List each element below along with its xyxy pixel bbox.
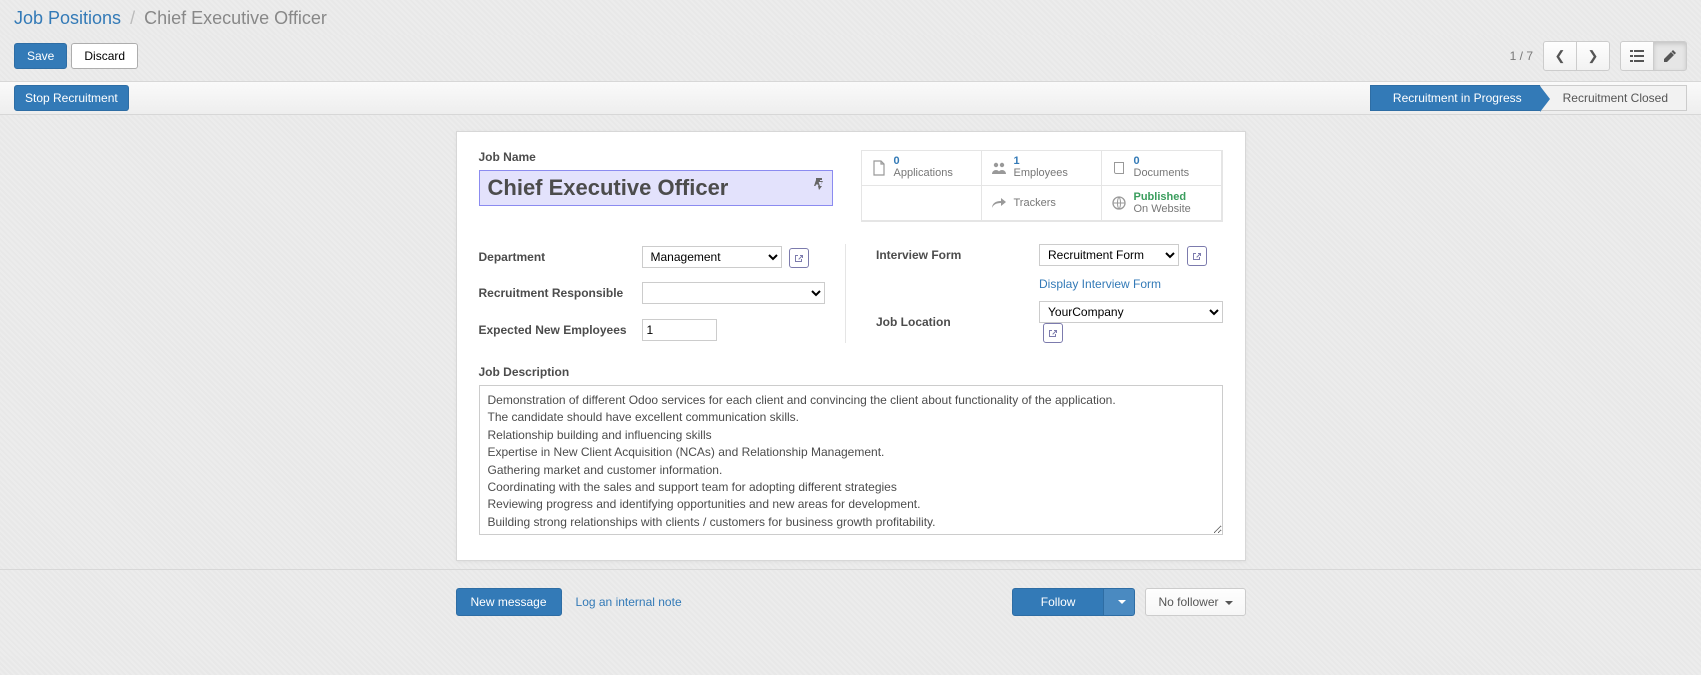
globe-icon	[1110, 196, 1128, 210]
log-note-link[interactable]: Log an internal note	[576, 595, 682, 609]
interview-form-external-link[interactable]	[1187, 246, 1207, 266]
external-link-icon	[794, 253, 804, 263]
responsible-label: Recruitment Responsible	[479, 286, 634, 300]
share-icon	[990, 197, 1008, 209]
caret-down-icon	[1118, 600, 1126, 604]
pager-prev-button[interactable]: ❮	[1543, 41, 1577, 71]
description-label: Job Description	[479, 365, 1223, 379]
display-interview-link[interactable]: Display Interview Form	[1039, 277, 1161, 291]
caret-down-icon	[1225, 601, 1233, 605]
location-label: Job Location	[876, 315, 1031, 329]
stat-trackers[interactable]: Trackers	[981, 185, 1102, 221]
expected-label: Expected New Employees	[479, 323, 634, 337]
stat-applications[interactable]: 0Applications	[861, 150, 982, 186]
department-label: Department	[479, 250, 634, 264]
new-message-button[interactable]: New message	[456, 588, 562, 616]
chevron-left-icon: ❮	[1555, 48, 1566, 64]
follow-dropdown[interactable]	[1104, 588, 1135, 616]
breadcrumb-root[interactable]: Job Positions	[14, 8, 121, 28]
job-name-input[interactable]	[479, 170, 833, 206]
external-link-icon	[1192, 251, 1202, 261]
translate-icon[interactable]	[813, 176, 827, 190]
stat-employees[interactable]: 1Employees	[981, 150, 1102, 186]
view-list-button[interactable]	[1620, 41, 1654, 71]
save-button[interactable]: Save	[14, 43, 67, 69]
responsible-select[interactable]	[642, 282, 826, 304]
department-select[interactable]: Management	[642, 246, 782, 268]
users-icon	[990, 161, 1008, 175]
stat-published[interactable]: PublishedOn Website	[1101, 185, 1222, 221]
location-select[interactable]: YourCompany	[1039, 301, 1223, 323]
stat-empty	[861, 185, 982, 221]
edit-icon	[1663, 49, 1677, 63]
discard-button[interactable]: Discard	[71, 43, 138, 69]
view-form-button[interactable]	[1653, 41, 1687, 71]
description-textarea[interactable]	[479, 385, 1223, 535]
stage-in-progress[interactable]: Recruitment in Progress	[1370, 85, 1541, 111]
file-icon	[870, 160, 888, 176]
breadcrumb: Job Positions / Chief Executive Officer	[14, 8, 327, 29]
stop-recruitment-button[interactable]: Stop Recruitment	[14, 85, 129, 111]
pager: 1 / 7	[1510, 49, 1533, 63]
department-external-link[interactable]	[789, 248, 809, 268]
stat-documents[interactable]: 0Documents	[1101, 150, 1222, 186]
job-name-label: Job Name	[479, 150, 833, 164]
followers-button[interactable]: No follower	[1145, 588, 1245, 616]
interview-form-label: Interview Form	[876, 248, 1031, 262]
interview-form-select[interactable]: Recruitment Form	[1039, 244, 1179, 266]
breadcrumb-current: Chief Executive Officer	[144, 8, 327, 28]
chevron-right-icon: ❯	[1588, 48, 1599, 64]
list-icon	[1630, 49, 1644, 63]
external-link-icon	[1048, 328, 1058, 338]
expected-employees-input[interactable]	[642, 319, 717, 341]
stat-buttons: 0Applications 1Employees 0Documents Trac…	[861, 150, 1223, 222]
stage-closed[interactable]: Recruitment Closed	[1540, 85, 1687, 111]
pager-next-button[interactable]: ❯	[1576, 41, 1610, 71]
follow-button[interactable]: Follow	[1012, 588, 1105, 616]
book-icon	[1110, 161, 1128, 175]
location-external-link[interactable]	[1043, 323, 1063, 343]
